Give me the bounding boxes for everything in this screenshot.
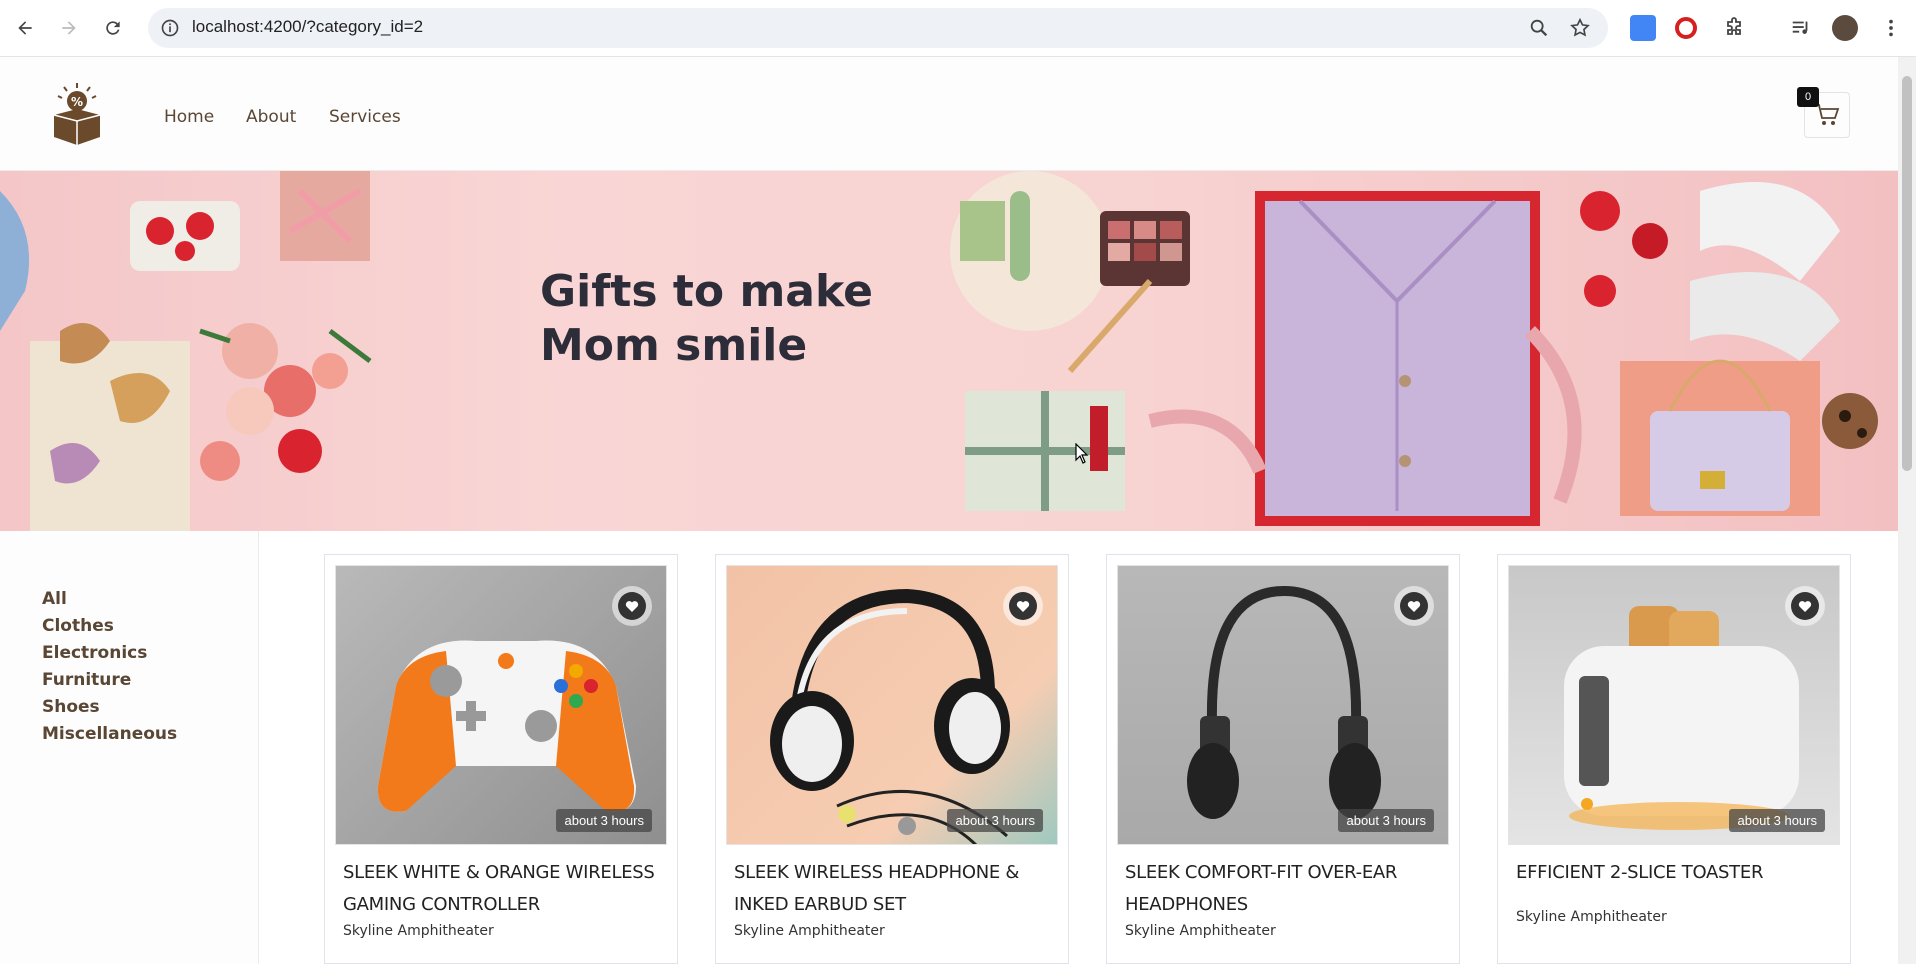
cart-count-badge: 0: [1797, 87, 1819, 107]
product-location: Skyline Amphitheater: [1125, 923, 1276, 939]
favorite-button[interactable]: [1003, 586, 1043, 626]
product-image[interactable]: about 3 hours: [335, 565, 667, 845]
favorite-button[interactable]: [1394, 586, 1434, 626]
product-image[interactable]: about 3 hours: [726, 565, 1058, 845]
brand-logo-icon[interactable]: %: [48, 81, 106, 147]
category-miscellaneous[interactable]: Miscellaneous: [42, 724, 177, 744]
back-button[interactable]: [10, 13, 40, 43]
product-title[interactable]: Sleek Comfort-Fit Over-Ear Headphones: [1125, 857, 1445, 921]
site-info-icon[interactable]: [160, 18, 180, 38]
bookmark-star-icon[interactable]: [1569, 17, 1591, 39]
heart-icon: [1407, 600, 1421, 612]
hero-banner[interactable]: Gifts to make Mom smile: [0, 171, 1898, 531]
favorite-button[interactable]: [612, 586, 652, 626]
reload-button[interactable]: [98, 13, 128, 43]
forward-button[interactable]: [54, 13, 84, 43]
product-image[interactable]: about 3 hours: [1117, 565, 1449, 845]
nav-link-services[interactable]: Services: [329, 107, 401, 127]
extensions-puzzle-icon[interactable]: [1722, 16, 1746, 40]
banner-illustration: [0, 171, 1878, 531]
profile-avatar[interactable]: [1832, 15, 1858, 41]
zoom-icon[interactable]: [1528, 17, 1550, 39]
product-card[interactable]: about 3 hours Efficient 2-Slice Toaster …: [1497, 554, 1851, 964]
scrollbar-thumb[interactable]: [1902, 76, 1912, 471]
heart-icon: [625, 600, 639, 612]
product-image[interactable]: about 3 hours: [1508, 565, 1840, 845]
url-text[interactable]: localhost:4200/?category_id=2: [192, 17, 423, 37]
arrow-left-icon: [18, 21, 32, 35]
opera-extension-icon[interactable]: [1675, 17, 1697, 39]
browser-toolbar: localhost:4200/?category_id=2: [0, 0, 1916, 57]
product-card[interactable]: about 3 hours Sleek White & Orange Wirel…: [324, 554, 678, 964]
product-title[interactable]: Efficient 2-Slice Toaster: [1516, 857, 1836, 889]
posted-time-badge: about 3 hours: [1338, 809, 1434, 832]
site-header: % Home About Services 0: [0, 57, 1898, 171]
media-controls-icon[interactable]: [1790, 17, 1812, 39]
heart-icon: [1798, 600, 1812, 612]
category-furniture[interactable]: Furniture: [42, 670, 131, 690]
posted-time-badge: about 3 hours: [947, 809, 1043, 832]
category-clothes[interactable]: Clothes: [42, 616, 114, 636]
nav-link-home[interactable]: Home: [164, 107, 214, 127]
reload-icon: [106, 21, 120, 35]
category-all[interactable]: All: [42, 589, 67, 609]
more-menu-icon[interactable]: [1880, 17, 1902, 39]
product-location: Skyline Amphitheater: [1516, 909, 1667, 925]
svg-text:%: %: [71, 95, 83, 109]
heart-icon: [1016, 600, 1030, 612]
category-electronics[interactable]: Electronics: [42, 643, 147, 663]
posted-time-badge: about 3 hours: [556, 809, 652, 832]
product-card[interactable]: about 3 hours Sleek Comfort-Fit Over-Ear…: [1106, 554, 1460, 964]
banner-title: Gifts to make Mom smile: [540, 266, 873, 371]
category-sidebar: All Clothes Electronics Furniture Shoes …: [0, 531, 259, 964]
product-location: Skyline Amphitheater: [734, 923, 885, 939]
shopping-cart-icon: [1815, 104, 1840, 125]
posted-time-badge: about 3 hours: [1729, 809, 1825, 832]
nav-link-about[interactable]: About: [246, 107, 296, 127]
favorite-button[interactable]: [1785, 586, 1825, 626]
category-shoes[interactable]: Shoes: [42, 697, 100, 717]
product-card[interactable]: about 3 hours Sleek Wireless Headphone &…: [715, 554, 1069, 964]
translate-extension-icon[interactable]: [1630, 15, 1656, 41]
arrow-right-icon: [62, 21, 76, 35]
product-title[interactable]: Sleek Wireless Headphone & Inked Earbud …: [734, 857, 1054, 921]
product-location: Skyline Amphitheater: [343, 923, 494, 939]
mouse-cursor-icon: [1075, 443, 1089, 464]
product-title[interactable]: Sleek White & Orange Wireless Gaming Con…: [343, 857, 663, 921]
